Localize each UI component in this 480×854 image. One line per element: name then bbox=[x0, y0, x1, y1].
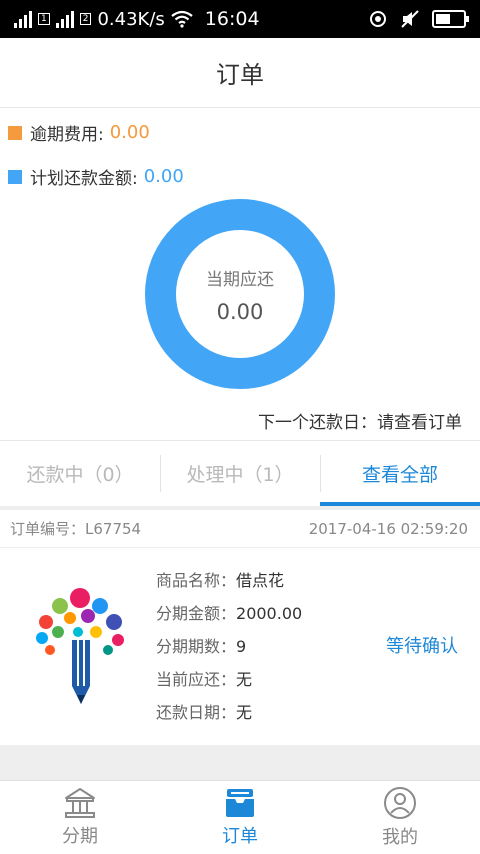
wifi-icon bbox=[171, 10, 193, 28]
inbox-icon bbox=[226, 789, 254, 817]
detail-key: 还款日期： bbox=[156, 703, 237, 722]
signal-1-icon bbox=[14, 10, 32, 28]
network-speed: 0.43K/s bbox=[97, 8, 165, 30]
status-left: 1 2 0.43K/s 16:04 bbox=[14, 8, 260, 30]
next-due-date: 下一个还款日：请查看订单 bbox=[258, 413, 462, 433]
nav-label: 订单 bbox=[222, 826, 258, 847]
overdue-legend-swatch bbox=[8, 125, 22, 140]
signal-2-icon bbox=[55, 10, 74, 28]
user-icon bbox=[384, 787, 416, 819]
order-details: 商品名称：借点花 分期金额：2000.00 分期期数：9 当前应还：无 还款日期… bbox=[156, 564, 302, 729]
planned-repayment-value: 0.00 bbox=[143, 166, 184, 187]
order-card[interactable]: 商品名称：借点花 分期金额：2000.00 分期期数：9 当前应还：无 还款日期… bbox=[0, 548, 480, 745]
bank-icon bbox=[65, 788, 95, 818]
order-status: 等待确认 bbox=[386, 636, 458, 657]
status-right bbox=[368, 9, 469, 29]
page-title: 订单 bbox=[216, 61, 264, 89]
order-number: 订单编号：L67754 bbox=[10, 518, 141, 539]
page-header: 订单 bbox=[0, 38, 480, 108]
status-bar: 1 2 0.43K/s 16:04 bbox=[0, 0, 480, 38]
detail-current-due: 当前应还：无 bbox=[156, 663, 302, 696]
detail-key: 商品名称： bbox=[156, 571, 237, 590]
detail-amount: 分期金额：2000.00 bbox=[156, 597, 302, 630]
sim-2-icon: 2 bbox=[79, 13, 92, 25]
detail-value: 借点花 bbox=[236, 571, 285, 590]
order-number-label: 订单编号： bbox=[10, 520, 86, 538]
order-tabs: 还款中（0） 处理中（1） 查看全部 bbox=[0, 440, 480, 506]
tab-repaying[interactable]: 还款中（0） bbox=[0, 441, 160, 506]
detail-value: 9 bbox=[236, 637, 247, 656]
overdue-fee-label: 逾期费用: bbox=[30, 125, 104, 145]
tab-view-all[interactable]: 查看全部 bbox=[320, 441, 480, 506]
donut-label: 当期应还 bbox=[206, 269, 274, 290]
location-icon bbox=[370, 11, 386, 27]
bottom-spacer bbox=[0, 745, 480, 780]
nav-label: 分期 bbox=[62, 826, 98, 847]
nav-label: 我的 bbox=[382, 827, 418, 848]
bottom-nav: 分期 订单 我的 bbox=[0, 780, 480, 854]
repayment-donut: 当期应还 0.00 bbox=[145, 199, 335, 389]
clock: 16:04 bbox=[204, 8, 260, 30]
overdue-fee-row: 逾期费用: 0.00 bbox=[8, 120, 150, 145]
detail-value: 无 bbox=[236, 670, 253, 689]
detail-value: 无 bbox=[236, 703, 253, 722]
sim-1-icon: 1 bbox=[38, 13, 50, 25]
detail-product: 商品名称：借点花 bbox=[156, 564, 302, 597]
planned-repayment-label: 计划还款金额: bbox=[30, 169, 138, 189]
mute-icon bbox=[401, 10, 419, 28]
nav-mine[interactable]: 我的 bbox=[320, 781, 480, 854]
detail-key: 当前应还： bbox=[156, 670, 237, 689]
order-datetime: 2017-04-16 02:59:20 bbox=[308, 519, 468, 538]
tab-processing[interactable]: 处理中（1） bbox=[160, 441, 320, 506]
detail-value: 2000.00 bbox=[236, 604, 303, 623]
planned-repayment-row: 计划还款金额: 0.00 bbox=[8, 164, 184, 189]
donut-amount: 0.00 bbox=[216, 299, 264, 324]
battery-icon bbox=[432, 10, 469, 28]
detail-repay-date: 还款日期：无 bbox=[156, 696, 302, 729]
detail-key: 分期金额： bbox=[156, 604, 237, 623]
product-logo-icon bbox=[36, 588, 124, 704]
detail-periods: 分期期数：9 bbox=[156, 630, 302, 663]
order-number-value: L67754 bbox=[85, 520, 142, 538]
nav-installment[interactable]: 分期 bbox=[0, 781, 160, 854]
detail-key: 分期期数： bbox=[156, 637, 237, 656]
plan-legend-swatch bbox=[8, 169, 22, 184]
overdue-fee-value: 0.00 bbox=[109, 122, 150, 143]
nav-orders[interactable]: 订单 bbox=[160, 781, 320, 854]
order-header: 订单编号：L67754 2017-04-16 02:59:20 bbox=[0, 510, 480, 548]
